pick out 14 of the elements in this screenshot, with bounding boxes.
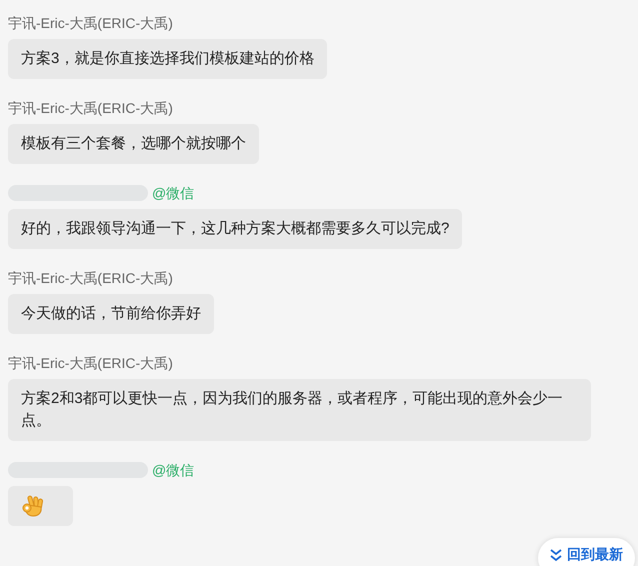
sender-name: 宇讯-Eric-大禹(ERIC-大禹) [8, 99, 174, 118]
double-chevron-down-icon [550, 548, 562, 562]
message-bubble: 好的，我跟领导沟通一下，这几种方案大概都需要多久可以完成? [8, 209, 462, 249]
message-bubble: 模板有三个套餐，选哪个就按哪个 [8, 124, 259, 164]
message-bubble: 今天做的话，节前给你弄好 [8, 294, 214, 334]
sender-name: 宇讯-Eric-大禹(ERIC-大禹) [8, 14, 174, 33]
sender-name: @微信 [152, 461, 194, 480]
sender-name: 宇讯-Eric-大禹(ERIC-大禹) [8, 269, 174, 288]
ok-hand-icon [20, 494, 46, 518]
sender-name: 宇讯-Eric-大禹(ERIC-大禹) [8, 354, 174, 373]
sender-name: @微信 [152, 184, 194, 203]
message-bubble: 方案3，就是你直接选择我们模板建站的价格 [8, 39, 328, 79]
jump-to-latest-button[interactable]: 回到最新 [538, 538, 635, 566]
message-bubble: 方案2和3都可以更快一点，因为我们的服务器，或者程序，可能出现的意外会少一点。 [8, 379, 591, 441]
